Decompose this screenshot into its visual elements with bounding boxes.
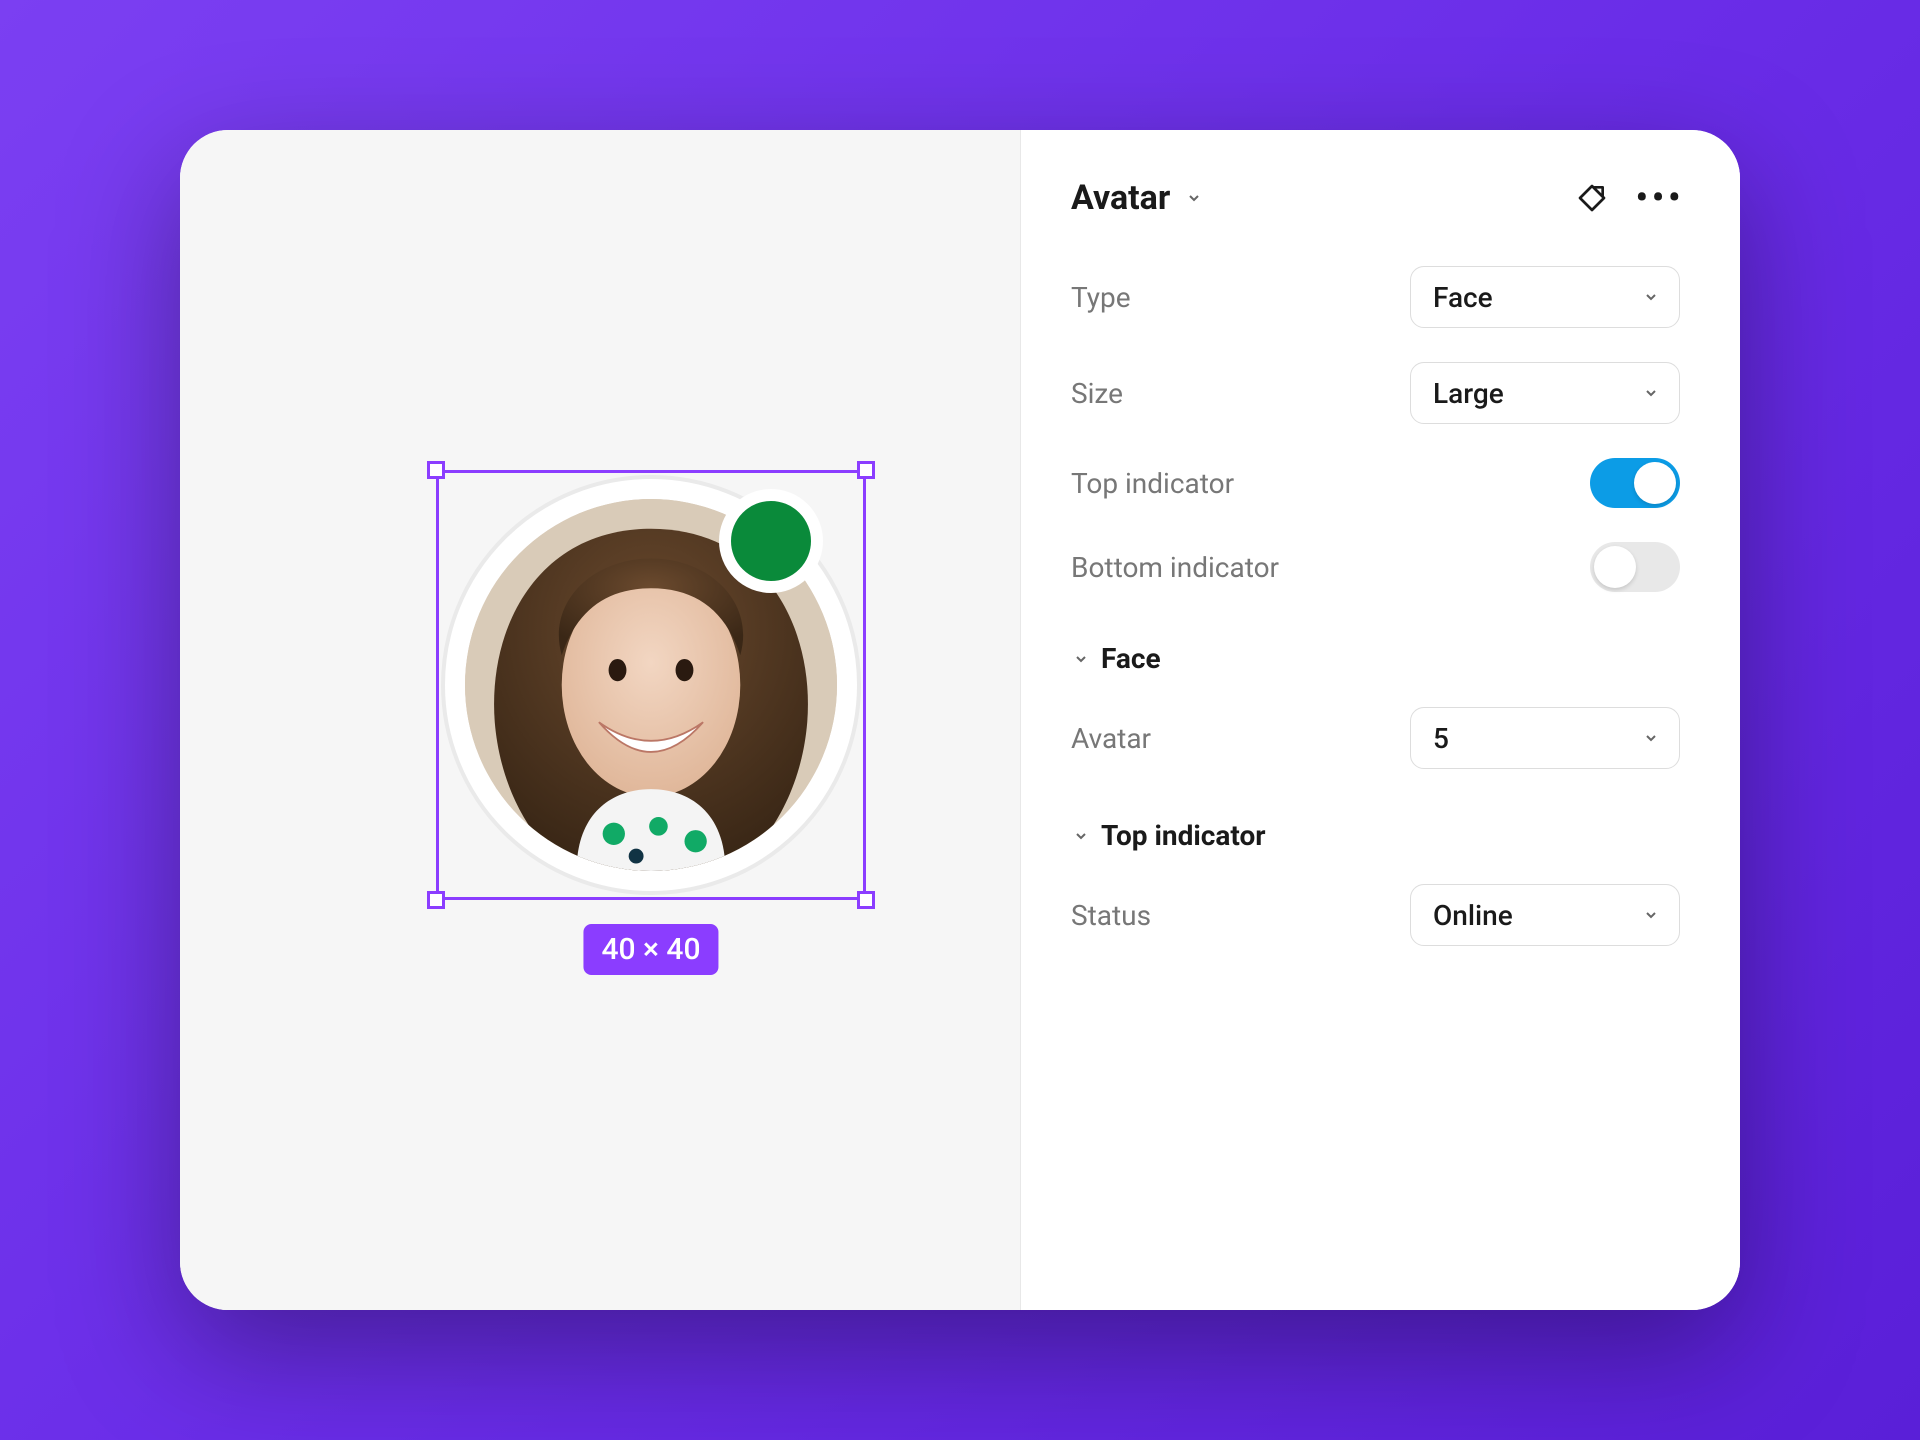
chevron-down-icon bbox=[1641, 728, 1661, 748]
toggle-knob bbox=[1594, 546, 1636, 588]
dropdown-type[interactable]: Face bbox=[1410, 266, 1680, 328]
section-header-face[interactable]: Face bbox=[1071, 642, 1680, 675]
property-row-type: Type Face bbox=[1071, 266, 1680, 328]
toggle-top-indicator[interactable] bbox=[1590, 458, 1680, 508]
toggle-bottom-indicator[interactable] bbox=[1590, 542, 1680, 592]
label-avatar: Avatar bbox=[1071, 722, 1151, 755]
label-bottom-indicator: Bottom indicator bbox=[1071, 551, 1279, 584]
chevron-down-icon bbox=[1641, 383, 1661, 403]
dropdown-status[interactable]: Online bbox=[1410, 884, 1680, 946]
chevron-down-icon bbox=[1641, 905, 1661, 925]
label-type: Type bbox=[1071, 281, 1131, 314]
dropdown-size[interactable]: Large bbox=[1410, 362, 1680, 424]
resize-handle-bottom-right[interactable] bbox=[857, 891, 875, 909]
label-status: Status bbox=[1071, 899, 1151, 932]
section-title-top-indicator: Top indicator bbox=[1101, 819, 1266, 852]
more-options-icon[interactable]: ••• bbox=[1640, 178, 1680, 218]
selection-frame[interactable]: 40 × 40 bbox=[436, 470, 866, 900]
chevron-down-icon bbox=[1641, 287, 1661, 307]
property-row-avatar: Avatar 5 bbox=[1071, 707, 1680, 769]
open-external-icon[interactable] bbox=[1572, 178, 1612, 218]
dropdown-type-value: Face bbox=[1433, 281, 1493, 314]
dropdown-size-value: Large bbox=[1433, 377, 1504, 410]
chevron-down-icon bbox=[1071, 649, 1091, 669]
property-row-bottom-indicator: Bottom indicator bbox=[1071, 542, 1680, 592]
dropdown-avatar[interactable]: 5 bbox=[1410, 707, 1680, 769]
dropdown-status-value: Online bbox=[1433, 899, 1513, 932]
resize-handle-top-right[interactable] bbox=[857, 461, 875, 479]
header-actions: ••• bbox=[1572, 178, 1680, 218]
resize-handle-top-left[interactable] bbox=[427, 461, 445, 479]
dropdown-avatar-value: 5 bbox=[1433, 722, 1449, 755]
component-selector[interactable]: Avatar bbox=[1071, 178, 1204, 218]
toggle-knob bbox=[1634, 462, 1676, 504]
dimensions-badge: 40 × 40 bbox=[583, 924, 718, 975]
chevron-down-icon bbox=[1184, 188, 1204, 208]
label-size: Size bbox=[1071, 377, 1123, 410]
chevron-down-icon bbox=[1071, 826, 1091, 846]
panel-title: Avatar bbox=[1071, 178, 1170, 218]
properties-panel: Avatar ••• Type Face bbox=[1020, 130, 1740, 1310]
section-header-top-indicator[interactable]: Top indicator bbox=[1071, 819, 1680, 852]
canvas[interactable]: 40 × 40 bbox=[180, 130, 1020, 1310]
property-row-top-indicator: Top indicator bbox=[1071, 458, 1680, 508]
panel-header: Avatar ••• bbox=[1071, 178, 1680, 218]
property-row-status: Status Online bbox=[1071, 884, 1680, 946]
label-top-indicator: Top indicator bbox=[1071, 467, 1234, 500]
section-title-face: Face bbox=[1101, 642, 1161, 675]
resize-handle-bottom-left[interactable] bbox=[427, 891, 445, 909]
selection-outline bbox=[436, 470, 866, 900]
property-row-size: Size Large bbox=[1071, 362, 1680, 424]
app-window: 40 × 40 Avatar ••• Type bbox=[180, 130, 1740, 1310]
